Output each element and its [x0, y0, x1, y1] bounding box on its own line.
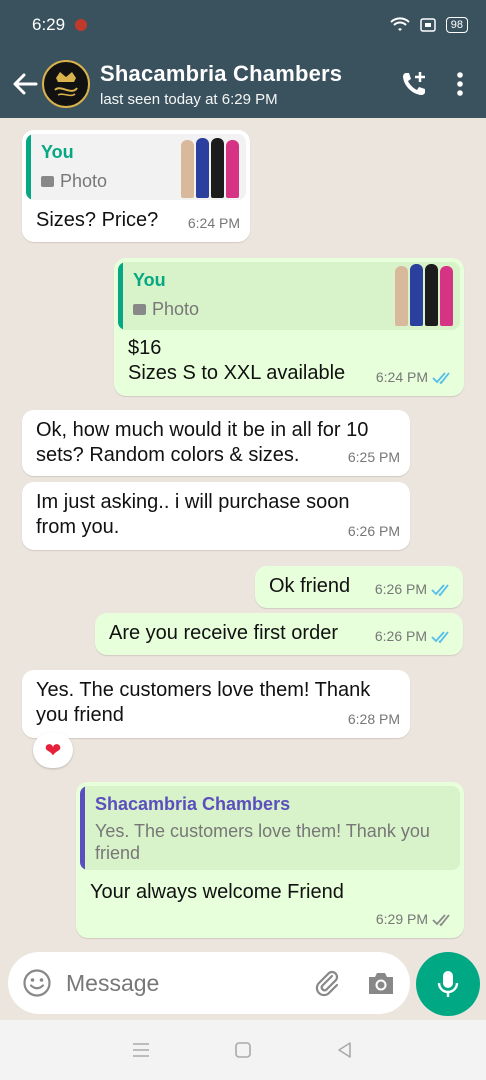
- add-call-icon[interactable]: [400, 70, 428, 98]
- double-tick-icon: [431, 630, 449, 643]
- message-time: 6:26 PM: [374, 581, 427, 597]
- mic-button[interactable]: [416, 952, 480, 1016]
- message-meta: 6:29 PM: [376, 907, 454, 932]
- message-time: 6:26 PM: [347, 523, 400, 539]
- nav-home-icon[interactable]: [233, 1040, 253, 1060]
- screen-cast-icon: [420, 18, 436, 32]
- quote-text-line: friend: [95, 843, 141, 863]
- quote-text-line: Yes. The customers love them! Thank you: [95, 821, 430, 841]
- heart-icon: ❤: [44, 739, 62, 762]
- attach-icon[interactable]: [312, 968, 342, 998]
- message-text: Your always welcome Friend: [90, 881, 344, 903]
- contact-name: Shacambria Chambers: [100, 60, 343, 86]
- emoji-icon[interactable]: [22, 968, 52, 998]
- message-bubble-incoming[interactable]: Im just asking.. i will purchase soon fr…: [22, 482, 410, 550]
- status-bar: 6:29 98: [0, 0, 486, 50]
- message-bubble-outgoing[interactable]: Are you receive first order 6:26 PM: [95, 613, 463, 655]
- message-input[interactable]: [66, 969, 286, 997]
- recording-indicator-icon: [75, 19, 88, 31]
- message-text-line: Yes. The customers love them! Thank: [36, 679, 371, 701]
- nav-back-icon[interactable]: [335, 1040, 355, 1060]
- message-time: 6:24 PM: [375, 369, 428, 385]
- quoted-message[interactable]: Shacambria Chambers Yes. The customers l…: [80, 786, 460, 870]
- system-nav-bar: [0, 1020, 486, 1080]
- message-meta: 6:26 PM: [375, 577, 453, 602]
- contact-info[interactable]: Shacambria Chambers last seen today at 6…: [100, 61, 342, 108]
- message-meta: 6:24 PM: [188, 211, 240, 236]
- message-time: 6:25 PM: [347, 449, 400, 465]
- avatar-crown-logo: [54, 72, 78, 97]
- message-bubble-incoming[interactable]: You Photo Sizes? Price? 6:24 PM: [22, 130, 250, 242]
- message-bubble-outgoing[interactable]: You Photo $16 Sizes S to XXL available 6…: [114, 258, 464, 396]
- photo-icon: [133, 304, 146, 315]
- message-time: 6:24 PM: [187, 215, 240, 231]
- back-button[interactable]: [8, 67, 42, 101]
- message-bubble-incoming[interactable]: Yes. The customers love them! Thank you …: [22, 670, 410, 738]
- quoted-message[interactable]: You Photo: [26, 134, 246, 200]
- double-tick-icon: [432, 371, 450, 384]
- message-bubble-outgoing[interactable]: Ok friend 6:26 PM: [255, 566, 463, 608]
- message-composer: [8, 952, 410, 1014]
- message-time: 6:28 PM: [347, 711, 400, 727]
- back-arrow-icon: [13, 73, 38, 95]
- message-meta: 6:24 PM: [376, 365, 454, 390]
- message-meta: 6:26 PM: [348, 519, 400, 544]
- status-time: 6:29: [32, 15, 66, 34]
- message-reaction[interactable]: ❤: [33, 732, 73, 768]
- chat-area[interactable]: You Photo Sizes? Price? 6:24 PM You Phot…: [0, 118, 486, 950]
- quote-author: You: [133, 270, 166, 290]
- message-text-line: you friend: [36, 704, 124, 726]
- message-bubble-incoming[interactable]: Ok, how much would it be in all for 10 s…: [22, 410, 410, 476]
- nav-menu-icon[interactable]: [131, 1042, 151, 1058]
- message-text-line: Im just asking.. i will purchase soon: [36, 491, 350, 513]
- camera-icon[interactable]: [366, 969, 396, 997]
- message-text-line: from you.: [36, 516, 120, 538]
- contact-status: last seen today at 6:29 PM: [100, 90, 278, 108]
- message-text-line: $16: [128, 337, 162, 359]
- message-meta: 6:28 PM: [348, 707, 400, 732]
- more-options-icon[interactable]: [456, 71, 464, 97]
- message-meta: 6:26 PM: [375, 624, 453, 649]
- quote-author: Shacambria Chambers: [95, 794, 291, 814]
- message-time: 6:29 PM: [375, 911, 428, 927]
- quote-author: You: [41, 142, 74, 162]
- wifi-icon: [390, 17, 410, 31]
- double-tick-icon: [431, 583, 449, 596]
- message-meta: 6:25 PM: [348, 445, 400, 470]
- quote-text: Photo: [60, 171, 108, 191]
- avatar[interactable]: [42, 60, 90, 108]
- double-tick-icon: [432, 913, 450, 926]
- chat-header: Shacambria Chambers last seen today at 6…: [0, 50, 486, 118]
- message-text-line: Ok, how much would it be in all for 10: [36, 419, 369, 441]
- quote-text: Photo: [152, 299, 200, 319]
- quoted-message[interactable]: You Photo: [118, 262, 460, 330]
- message-text-line: sets? Random colors & sizes.: [36, 444, 300, 466]
- battery-indicator: 98: [445, 17, 468, 33]
- quote-thumbnail: [388, 262, 460, 328]
- message-bubble-outgoing[interactable]: Shacambria Chambers Yes. The customers l…: [76, 782, 464, 938]
- mic-icon: [437, 971, 459, 997]
- photo-icon: [41, 176, 54, 187]
- message-time: 6:26 PM: [374, 628, 427, 644]
- quote-thumbnail: [174, 134, 246, 200]
